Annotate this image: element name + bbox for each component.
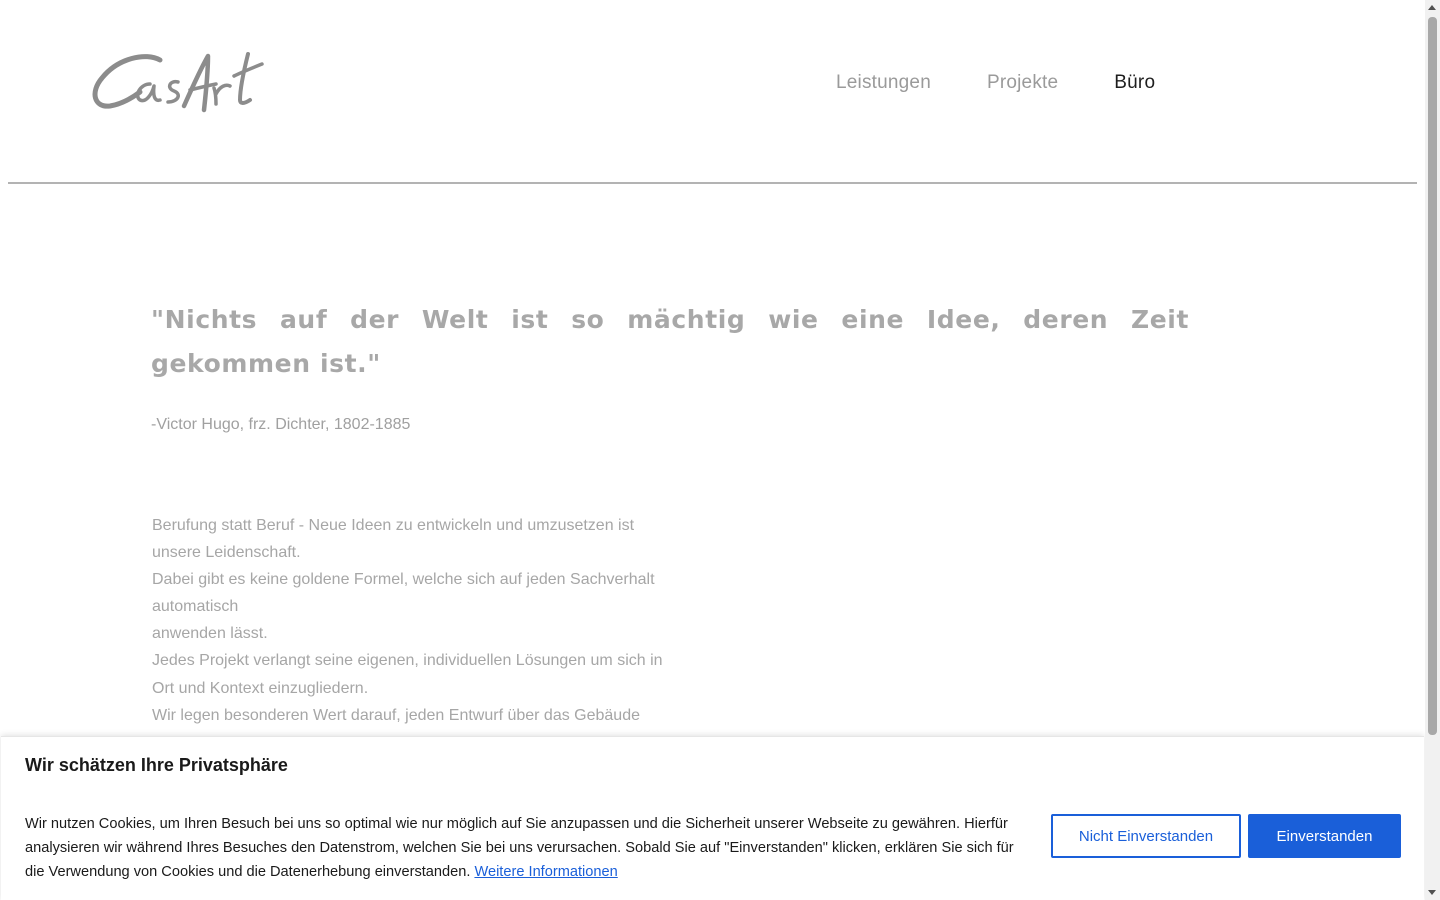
scroll-down-icon[interactable] xyxy=(1428,890,1436,895)
cookie-text: Wir nutzen Cookies, um Ihren Besuch bei … xyxy=(25,812,1035,884)
site-header: Leistungen Projekte Büro xyxy=(8,0,1417,184)
vertical-scrollbar[interactable] xyxy=(1425,0,1440,900)
cookie-banner: Wir schätzen Ihre Privatsphäre Wir nutze… xyxy=(1,736,1424,900)
nav-item-buero[interactable]: Büro xyxy=(1114,72,1155,94)
intro-line: Wir legen besonderen Wert darauf, jeden … xyxy=(152,706,640,724)
casart-logo-icon xyxy=(92,52,264,113)
intro-line: Dabei gibt es keine goldene Formel, welc… xyxy=(152,571,655,589)
nav-item-projekte[interactable]: Projekte xyxy=(987,72,1058,94)
intro-line: Ort und Kontext einzugliedern. xyxy=(152,679,369,697)
scroll-up-icon[interactable] xyxy=(1428,5,1436,10)
quote-heading: "Nichts auf der Welt ist so mächtig wie … xyxy=(151,305,1189,378)
intro-line: Jedes Projekt verlangt seine eigenen, in… xyxy=(152,652,663,670)
accept-button[interactable]: Einverstanden xyxy=(1248,814,1401,858)
intro-line: anwenden lässt. xyxy=(152,625,268,643)
decline-button[interactable]: Nicht Einverstanden xyxy=(1051,814,1241,858)
intro-line: automatisch xyxy=(152,598,239,616)
quote-author: -Victor Hugo, frz. Dichter, 1802-1885 xyxy=(151,416,411,433)
intro-line: unsere Leidenschaft. xyxy=(152,544,301,562)
cookie-title: Wir schätzen Ihre Privatsphäre xyxy=(25,755,288,775)
main-nav: Leistungen Projekte Büro xyxy=(836,72,1155,94)
nav-item-leistungen[interactable]: Leistungen xyxy=(836,72,931,94)
casart-logo[interactable] xyxy=(88,48,268,120)
intro-text: Berufung statt Beruf - Neue Ideen zu ent… xyxy=(152,512,742,729)
intro-line: Berufung statt Beruf - Neue Ideen zu ent… xyxy=(152,517,635,534)
more-info-link[interactable]: Weitere Informationen xyxy=(474,864,617,880)
page: Leistungen Projekte Büro "Nichts auf der… xyxy=(0,0,1425,900)
scroll-thumb[interactable] xyxy=(1428,17,1437,735)
